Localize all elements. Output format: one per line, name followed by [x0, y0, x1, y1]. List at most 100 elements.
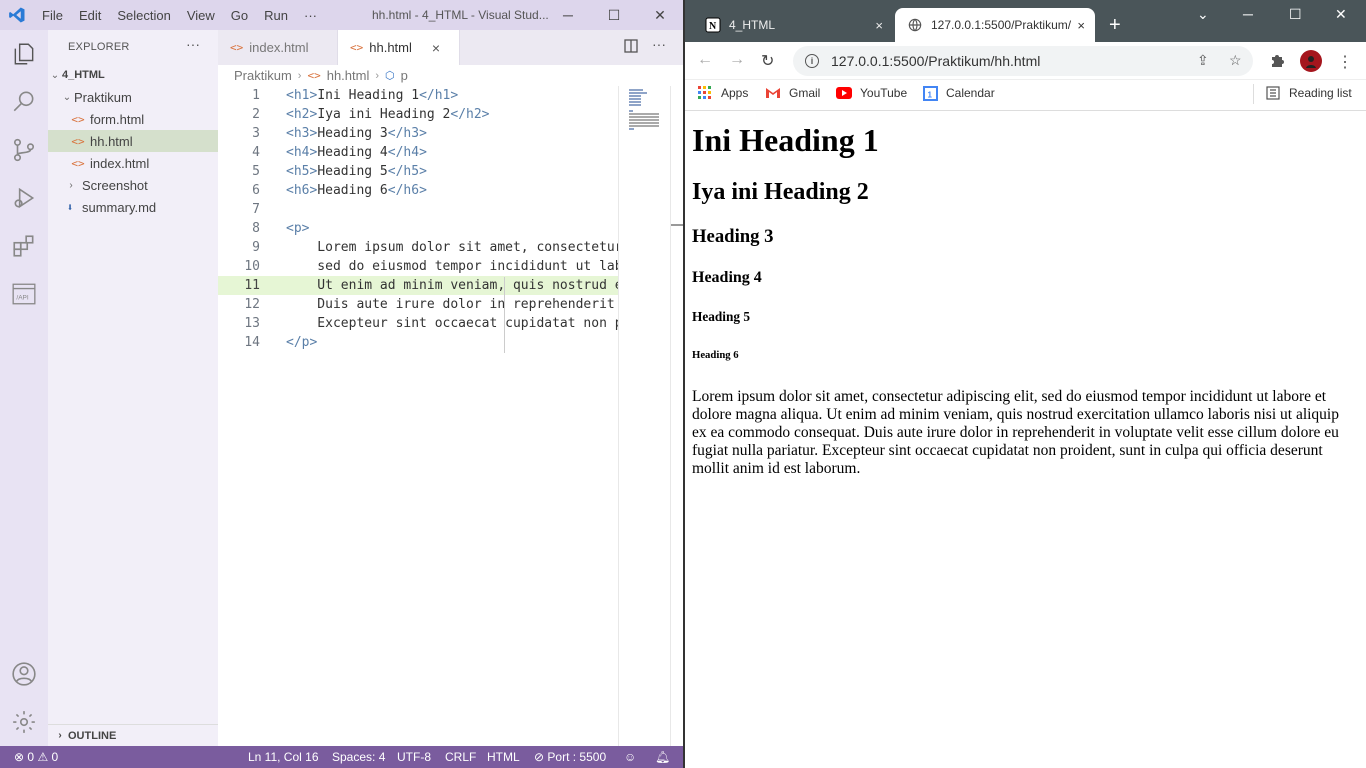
breadcrumb-item[interactable]: p — [401, 68, 408, 83]
tab-search-icon[interactable]: ⌄ — [1197, 6, 1209, 23]
minimap[interactable] — [618, 86, 670, 746]
explorer-more-icon[interactable]: ··· — [186, 36, 200, 52]
bookmark-label: Calendar — [946, 86, 995, 100]
close-icon[interactable]: ✕ — [637, 0, 683, 30]
bookmark-apps[interactable]: Apps — [697, 85, 748, 101]
code-line[interactable]: 8 <p> — [218, 219, 618, 238]
code-line[interactable]: 13 Excepteur sint occaecat cupidatat non… — [218, 314, 618, 333]
minimize-icon[interactable]: ─ — [1243, 6, 1253, 22]
tree-item-praktikum[interactable]: ⌄ Praktikum — [48, 86, 218, 108]
tree-root-folder[interactable]: ⌄ 4_HTML — [48, 64, 218, 86]
vscode-titlebar: File Edit Selection View Go Run ··· hh.h… — [0, 0, 683, 30]
editor-scrollbar[interactable] — [670, 86, 683, 746]
code-line[interactable]: 6 <h6>Heading 6</h6> — [218, 181, 618, 200]
url-text: 127.0.0.1:5500/Praktikum/hh.html — [831, 53, 1041, 69]
back-icon[interactable]: ← — [697, 51, 713, 69]
line-number: 8 — [252, 221, 260, 236]
close-icon[interactable]: ✕ — [1335, 6, 1347, 23]
code-text: <h3>Heading 3</h3> — [286, 126, 427, 141]
live-server-status[interactable]: ⊘ Port : 5500 — [534, 750, 606, 764]
menu-edit[interactable]: Edit — [71, 8, 109, 23]
profile-avatar[interactable] — [1300, 50, 1322, 72]
api-icon[interactable]: /API — [0, 270, 48, 318]
share-icon[interactable]: ⇪ — [1197, 52, 1209, 69]
encoding-status[interactable]: UTF-8 — [397, 750, 431, 764]
problems-status[interactable]: ⊗ 0 ⚠ 0 — [14, 750, 58, 764]
explorer-icon[interactable] — [0, 30, 48, 78]
code-editor[interactable]: 1 <h1>Ini Heading 1</h1> 2 <h2>Iya ini Head… — [218, 86, 618, 386]
chrome-tab-notion[interactable]: N 4_HTML × — [693, 8, 893, 42]
source-control-icon[interactable] — [0, 126, 48, 174]
html-file-icon: <> — [307, 69, 321, 82]
editor-more-icon[interactable]: ··· — [652, 36, 666, 52]
tree-item-label: Screenshot — [82, 177, 148, 193]
cursor-position[interactable]: Ln 11, Col 16 — [248, 750, 319, 764]
tab-hh-html[interactable]: <> hh.html × — [338, 30, 460, 65]
indentation-status[interactable]: Spaces: 4 — [332, 750, 385, 764]
breadcrumb-item[interactable]: hh.html — [327, 68, 370, 83]
chevron-down-icon: ⌄ — [62, 91, 72, 103]
tree-item-index-html[interactable]: <> index.html — [48, 152, 218, 174]
bookmark-youtube[interactable]: YouTube — [836, 85, 907, 101]
tree-item-form-html[interactable]: <> form.html — [48, 108, 218, 130]
svg-text:1: 1 — [927, 90, 932, 99]
extensions-puzzle-icon[interactable] — [1269, 52, 1285, 71]
code-line[interactable]: 3 <h3>Heading 3</h3> — [218, 124, 618, 143]
account-icon[interactable] — [0, 650, 48, 698]
maximize-icon[interactable]: ☐ — [591, 0, 637, 30]
code-line[interactable]: 7 — [218, 200, 618, 219]
settings-gear-icon[interactable] — [0, 698, 48, 746]
html-file-icon: <> — [71, 134, 85, 148]
feedback-icon[interactable]: ☺ — [624, 750, 636, 764]
maximize-icon[interactable]: ☐ — [1289, 6, 1302, 23]
search-icon[interactable] — [0, 78, 48, 126]
language-status[interactable]: HTML — [487, 750, 520, 764]
chrome-tab-active[interactable]: 127.0.0.1:5500/Praktikum/ × — [895, 8, 1095, 42]
tab-index-html[interactable]: <> index.html — [218, 30, 338, 65]
tab-close-icon[interactable]: × — [1077, 18, 1085, 33]
code-line[interactable]: 11 Ut enim ad minim veniam, quis nostrud… — [218, 276, 618, 295]
site-info-icon[interactable]: i — [805, 54, 819, 68]
code-line[interactable]: 4 <h4>Heading 4</h4> — [218, 143, 618, 162]
notifications-icon[interactable]: 🔔︎ — [655, 750, 670, 764]
chevron-right-icon: › — [375, 69, 380, 82]
tab-close-icon[interactable]: × — [432, 40, 440, 56]
reading-list-button[interactable]: Reading list — [1265, 85, 1352, 101]
editor-tabs: <> index.html <> hh.html × — [218, 30, 683, 65]
extensions-icon[interactable] — [0, 222, 48, 270]
menu-more[interactable]: ··· — [296, 8, 325, 23]
bookmark-gmail[interactable]: Gmail — [765, 85, 820, 101]
outline-section[interactable]: › OUTLINE — [48, 724, 218, 746]
code-line[interactable]: 1 <h1>Ini Heading 1</h1> — [218, 86, 618, 105]
chrome-menu-icon[interactable]: ⋮ — [1337, 52, 1353, 72]
code-text: <h6>Heading 6</h6> — [286, 183, 427, 198]
run-debug-icon[interactable] — [0, 174, 48, 222]
scrollbar-thumb[interactable] — [671, 224, 683, 226]
split-editor-icon[interactable] — [624, 39, 638, 56]
tree-item-hh-html[interactable]: <> hh.html — [48, 130, 218, 152]
code-line[interactable]: 2 <h2>Iya ini Heading 2</h2> — [218, 105, 618, 124]
menu-selection[interactable]: Selection — [109, 8, 178, 23]
tree-item-summary-md[interactable]: ⬇ summary.md — [48, 196, 218, 218]
tab-close-icon[interactable]: × — [875, 18, 883, 33]
code-line[interactable]: 9 Lorem ipsum dolor sit amet, consectetu… — [218, 238, 618, 257]
reload-icon[interactable]: ↻ — [761, 51, 774, 71]
tree-item-screenshot[interactable]: › Screenshot — [48, 174, 218, 196]
new-tab-button[interactable]: + — [1109, 14, 1121, 37]
bookmark-calendar[interactable]: 1 Calendar — [922, 85, 995, 101]
minimize-icon[interactable]: ─ — [545, 0, 591, 30]
eol-status[interactable]: CRLF — [445, 750, 476, 764]
breadcrumb-item[interactable]: Praktikum — [234, 68, 292, 83]
menu-run[interactable]: Run — [256, 8, 296, 23]
bookmark-star-icon[interactable]: ☆ — [1229, 52, 1242, 69]
menu-file[interactable]: File — [34, 8, 71, 23]
code-line[interactable]: 5 <h5>Heading 5</h5> — [218, 162, 618, 181]
code-line[interactable]: 14 </p> — [218, 333, 618, 352]
menu-view[interactable]: View — [179, 8, 223, 23]
address-bar[interactable]: i 127.0.0.1:5500/Praktikum/hh.html ⇪ ☆ — [793, 46, 1253, 76]
forward-icon[interactable]: → — [729, 51, 745, 69]
menu-go[interactable]: Go — [223, 8, 256, 23]
line-number: 10 — [244, 259, 260, 274]
code-line[interactable]: 12 Duis aute irure dolor in reprehenderi… — [218, 295, 618, 314]
code-line[interactable]: 10 sed do eiusmod tempor incididunt ut l… — [218, 257, 618, 276]
